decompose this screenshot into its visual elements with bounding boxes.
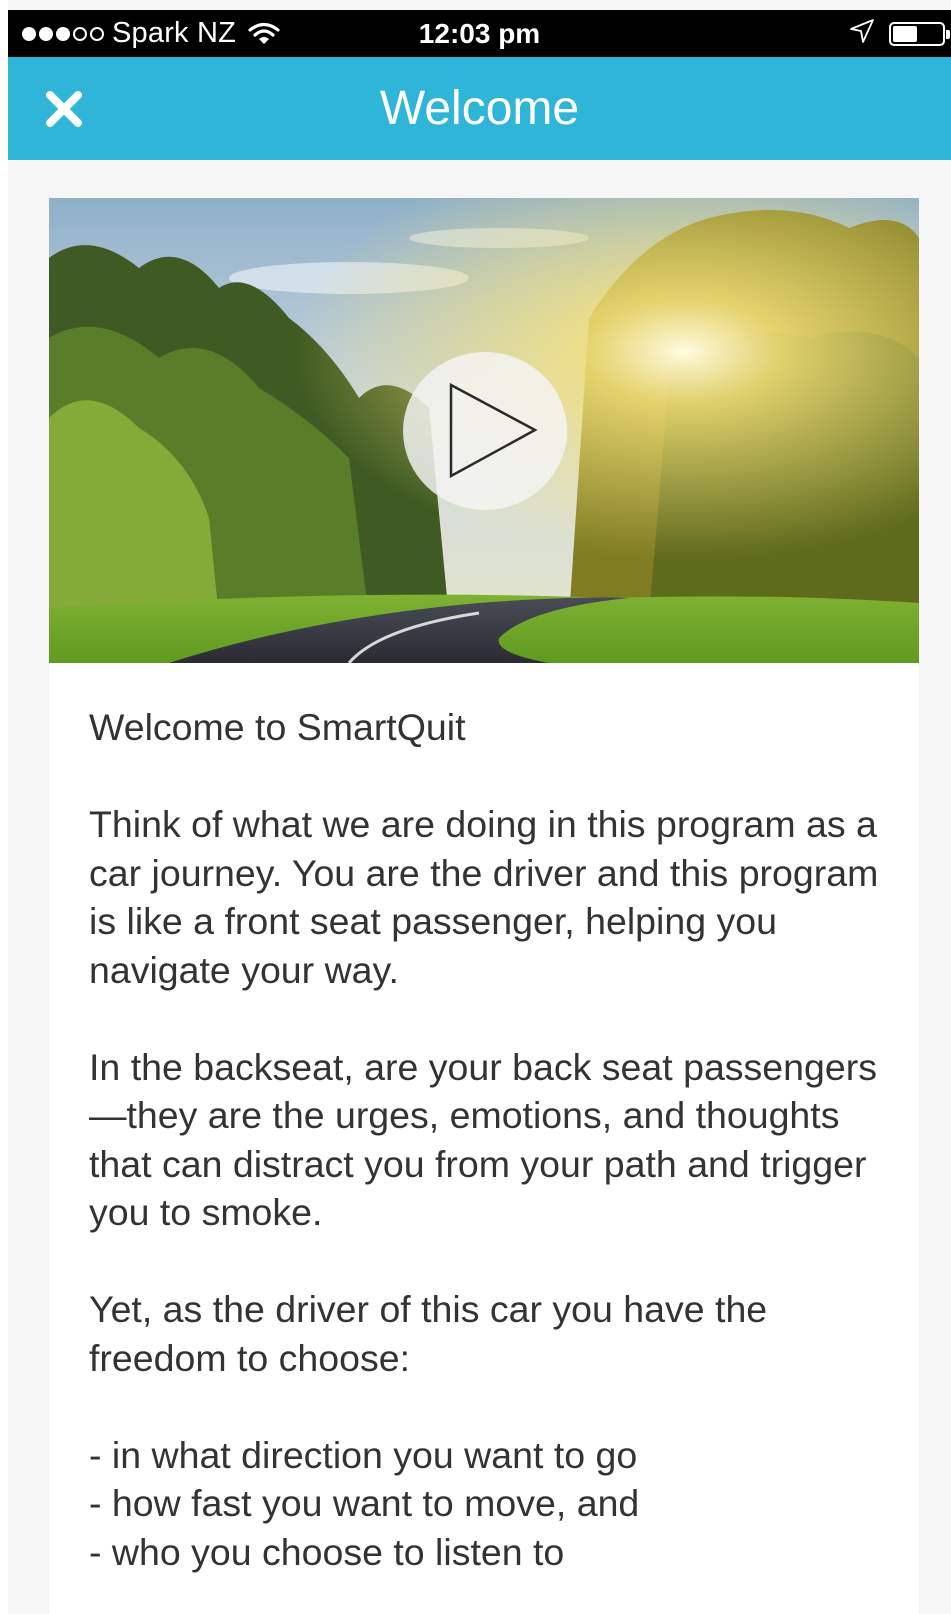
paragraph-car-journey: Think of what we are doing in this progr… [89,803,879,991]
paragraph-back-seat: In the backseat, are your back seat pass… [89,1045,877,1234]
phone-screen: Spark NZ 12:03 pm Welcome Welcome to Sma… [0,0,951,1614]
welcome-heading: Welcome to SmartQuit [89,706,466,748]
play-icon [449,382,538,479]
status-right [849,10,951,57]
video-player[interactable] [49,198,919,663]
status-time: 12:03 pm [418,18,541,49]
page-title: Welcome [379,82,580,135]
paragraph-freedom: Yet, as the driver of this car you have … [89,1288,768,1379]
battery-icon [889,21,950,46]
choices-list: - in what direction you want to go - how… [89,1431,889,1577]
play-button[interactable] [403,352,567,510]
list-item: - in what direction you want to go [89,1433,638,1476]
app-screen: Spark NZ 12:03 pm Welcome Welcome to Sma… [8,0,951,1614]
location-arrow-icon [849,18,875,49]
welcome-text: Welcome to SmartQuit Think of what we ar… [89,703,889,1576]
battery-cap [946,29,950,39]
content-card: Welcome to SmartQuit Think of what we ar… [49,198,919,1614]
navigation-bar: Welcome [8,57,951,160]
list-item: - how fast you want to move, and [89,1482,640,1524]
list-item: - who you choose to listen to [89,1530,565,1573]
battery-level-fill [893,25,917,42]
status-bar: Spark NZ 12:03 pm [8,10,951,57]
